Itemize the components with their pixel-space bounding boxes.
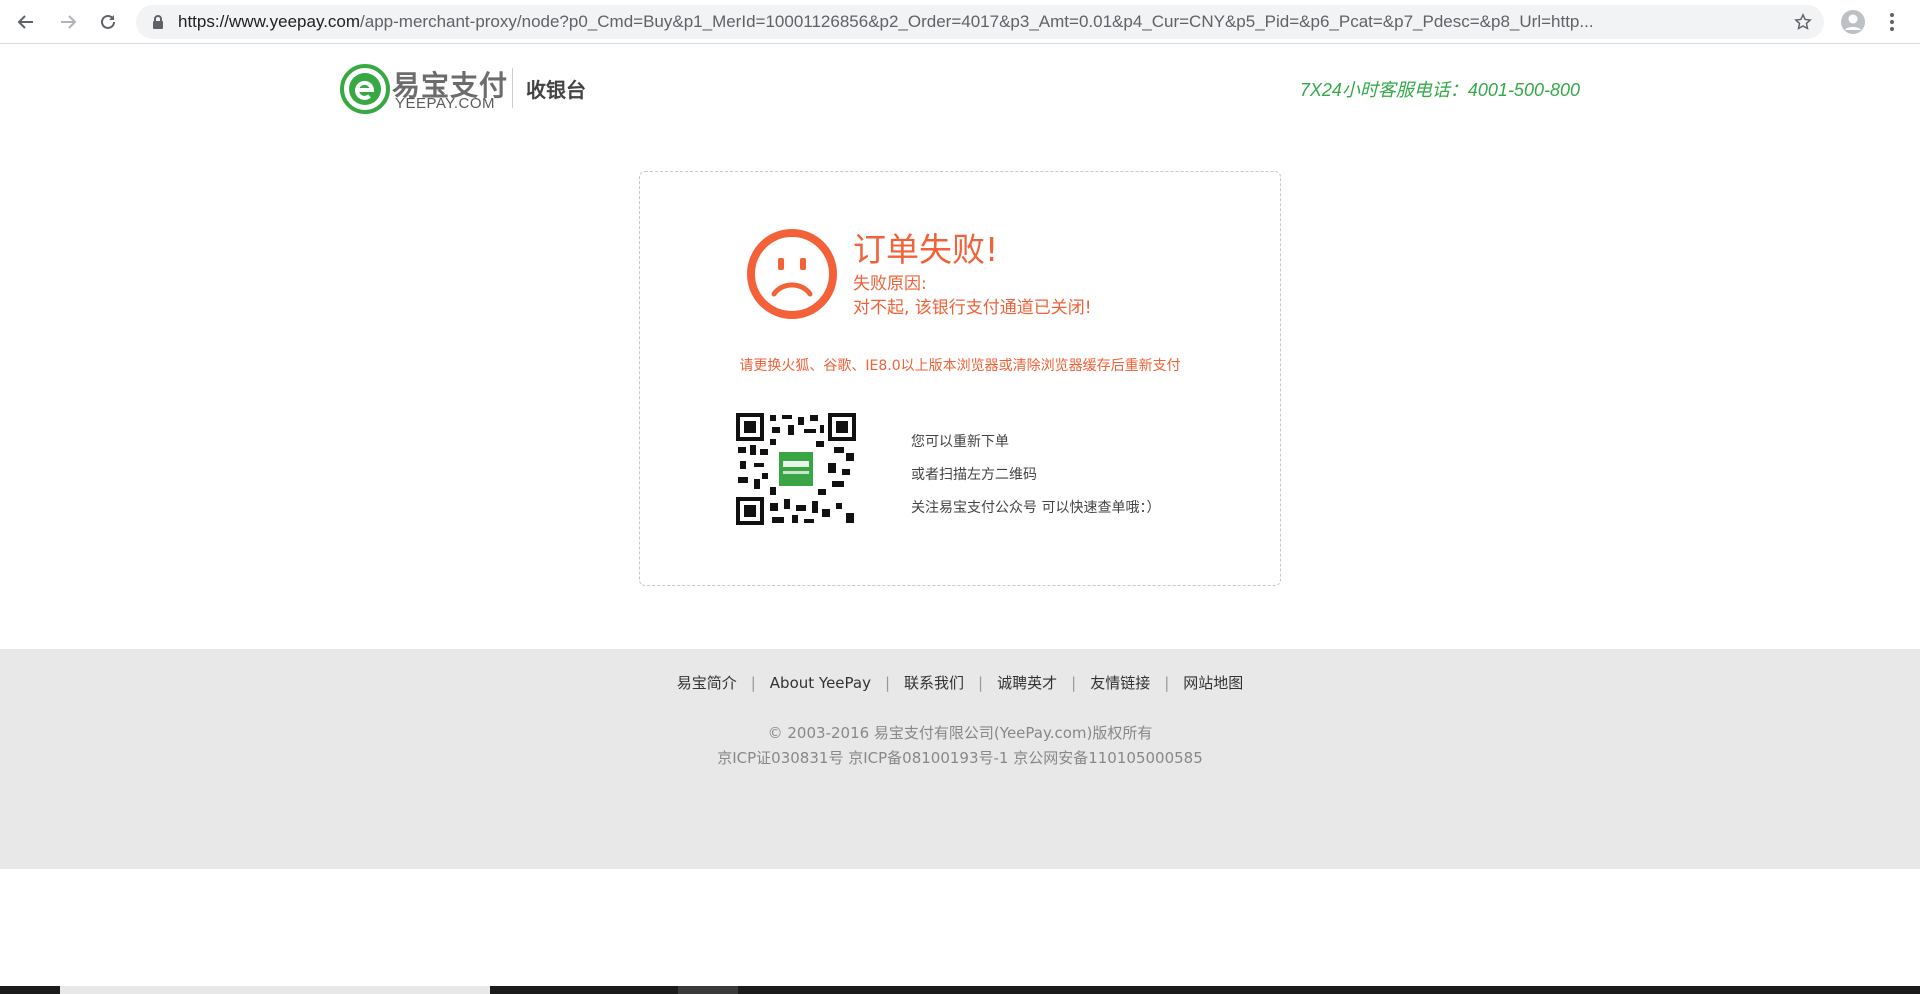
- footer-links: 易宝简介 | About YeePay | 联系我们 | 诚聘英才 | 友情链接 | 网站地图: [0, 672, 1920, 693]
- copyright-text: © 2003-2016 易宝支付有限公司(YeePay.com)版权所有: [767, 724, 1153, 742]
- footer-separator: |: [884, 674, 891, 692]
- logo-divider: [512, 68, 513, 108]
- failure-reason-text: 对不起, 该银行支付通道已关闭!: [853, 298, 1092, 318]
- more-vert-icon[interactable]: [1880, 10, 1904, 34]
- forward-button[interactable]: [54, 8, 82, 36]
- failure-reason-label: 失败原因:: [853, 274, 927, 294]
- sad-face-icon: [747, 229, 837, 319]
- footer-link-about-cn[interactable]: 易宝简介: [677, 674, 737, 692]
- footer: 易宝简介 | About YeePay | 联系我们 | 诚聘英才 | 友情链接 | 网站地图 © …: [0, 649, 1920, 869]
- qr-line-follow: 关注易宝支付公众号 可以快速查单哦：）: [911, 500, 1161, 516]
- address-bar[interactable]: https://www.yeepay.com/app-merchant-prox…: [136, 5, 1824, 39]
- url-text[interactable]: https://www.yeepay.com/app-merchant-prox…: [178, 12, 1778, 32]
- footer-separator: |: [1071, 674, 1077, 692]
- account-icon[interactable]: [1840, 9, 1866, 35]
- qr-line-scan: 或者扫描左方二维码: [911, 467, 1037, 483]
- footer-separator: |: [1164, 674, 1170, 692]
- yeepay-logo[interactable]: 易宝支付 YEEPAY.COM 收银台: [340, 62, 590, 114]
- footer-link-contact[interactable]: 联系我们: [904, 674, 964, 692]
- footer-link-about-en[interactable]: About YeePay: [770, 674, 871, 692]
- footer-separator: |: [978, 674, 984, 692]
- failure-title: 订单失败!: [853, 230, 999, 269]
- footer-link-sitemap[interactable]: 网站地图: [1183, 674, 1243, 692]
- back-button[interactable]: [12, 8, 40, 36]
- arrow-left-icon: [17, 15, 33, 29]
- icp-license-text: 京ICP证030831号 京ICP备08100193号-1 京公网安备11010…: [717, 749, 1203, 767]
- logo-english-text: YEEPAY.COM: [395, 95, 496, 112]
- browser-toolbar: https://www.yeepay.com/app-merchant-prox…: [0, 0, 1920, 44]
- url-path: /app-merchant-proxy/node?p0_Cmd=Buy&p1_M…: [360, 12, 1594, 31]
- qr-instructions: 您可以重新下单 或者扫描左方二维码 关注易宝支付公众号 可以快速查单哦：）: [911, 426, 1160, 525]
- taskbar-window-item[interactable]: [678, 986, 738, 994]
- cashier-title: 收银台: [526, 78, 586, 102]
- star-icon[interactable]: [1794, 13, 1812, 31]
- yeepay-logo-mark-icon: [340, 64, 390, 114]
- service-hotline: 7X24小时客服电话：4001-500-800: [1299, 80, 1580, 100]
- reload-icon: [101, 14, 115, 29]
- browser-tip: 请更换火狐、谷歌、IE8.0以上版本浏览器或清除浏览器缓存后重新支付: [739, 358, 1181, 374]
- footer-link-careers[interactable]: 诚聘英才: [997, 674, 1057, 692]
- taskbar-window-item[interactable]: [60, 986, 490, 994]
- footer-link-partners[interactable]: 友情链接: [1090, 674, 1150, 692]
- qr-code-icon: [736, 413, 856, 525]
- arrow-right-icon: [61, 15, 77, 29]
- url-host: https://www.yeepay.com: [178, 12, 361, 31]
- qr-line-reorder: 您可以重新下单: [911, 434, 1009, 450]
- footer-separator: |: [750, 674, 756, 692]
- os-taskbar: [0, 986, 1920, 994]
- lock-icon: [153, 15, 163, 29]
- reload-button[interactable]: [94, 8, 122, 36]
